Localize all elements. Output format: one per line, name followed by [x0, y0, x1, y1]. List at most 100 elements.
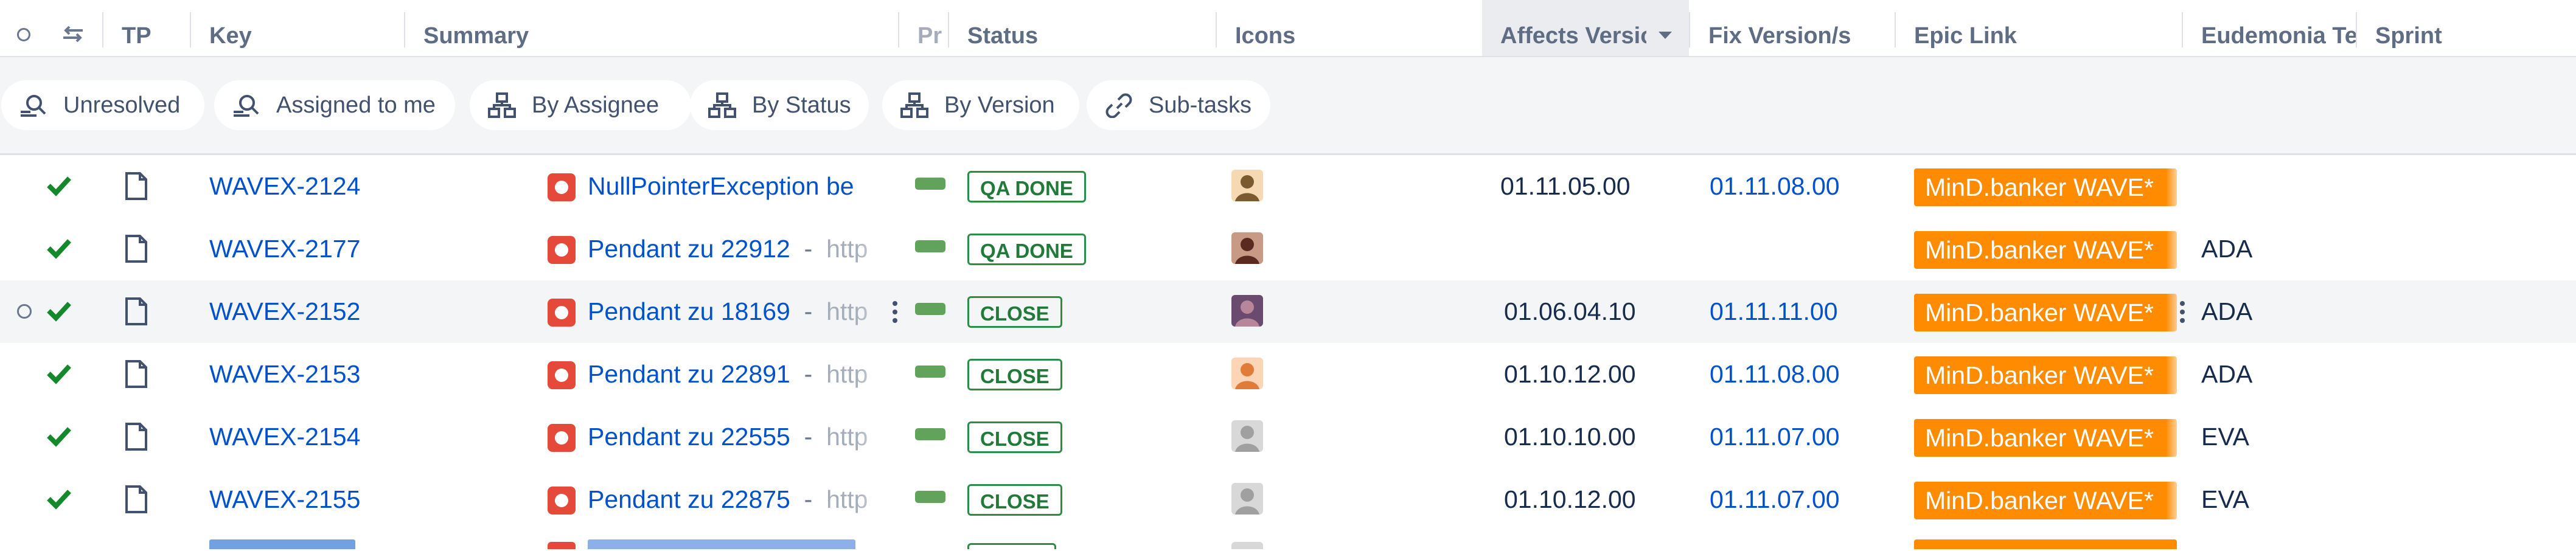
summary-fade — [857, 155, 893, 218]
resolved-check-icon — [47, 427, 71, 447]
epic-link-lozenge[interactable]: MinD.banker WAVE* — [1914, 482, 2177, 519]
issue-summary-text[interactable]: Pendant zu 22912 — [588, 235, 790, 263]
assignee-avatar[interactable] — [1231, 170, 1263, 201]
column-header-team[interactable]: Eudemonia Te — [2183, 0, 2356, 56]
table-row[interactable]: WAVEX-2177 Pendant zu 22912 - http QA DONE… — [0, 218, 2576, 282]
column-header-sprint[interactable]: Sprint — [2357, 0, 2576, 56]
assignee-avatar[interactable] — [1231, 483, 1263, 515]
column-header-fix-version[interactable]: Fix Version/s — [1690, 0, 1895, 56]
epic-fade — [2166, 231, 2184, 269]
assignee-avatar[interactable] — [1231, 295, 1263, 327]
issue-key-link[interactable]: WAVEX-2154 — [209, 406, 360, 468]
column-header-icons[interactable]: Icons — [1217, 0, 1481, 56]
summary-fade — [857, 218, 893, 280]
search-filter-icon — [21, 95, 46, 117]
document-icon — [125, 172, 147, 200]
select-all-radio[interactable] — [17, 28, 30, 41]
resolved-check-icon — [47, 302, 71, 322]
hierarchy-icon — [708, 92, 736, 118]
issue-summary[interactable]: Pendant zu 22912 - http — [588, 218, 892, 280]
epic-link-lozenge[interactable]: MinD.banker WAVE* — [1914, 356, 2177, 394]
bug-issue-type-icon — [548, 361, 576, 389]
more-actions-icon[interactable] — [2179, 297, 2185, 327]
fix-version-link[interactable]: 01.11.08.00 — [1710, 343, 1840, 406]
assignee-avatar[interactable] — [1231, 358, 1263, 389]
column-header-summary[interactable]: Summary — [405, 0, 898, 56]
column-header-key[interactable]: Key — [191, 0, 404, 56]
column-header-affects-version[interactable]: Affects Versio — [1482, 0, 1689, 56]
filter-by-status[interactable]: By Status — [690, 80, 869, 130]
status-lozenge: QA DONE — [967, 171, 1086, 203]
epic-link-lozenge[interactable]: MinD.banker WAVE* — [1914, 419, 2177, 457]
hierarchy-icon — [900, 92, 928, 118]
filter-by-assignee[interactable]: By Assignee — [470, 80, 691, 130]
more-actions-icon[interactable] — [892, 297, 898, 327]
epic-link-lozenge[interactable]: MinD.banker WAVE* — [1914, 231, 2177, 269]
summary-separator: - — [790, 297, 827, 325]
issue-summary-text[interactable]: Pendant zu 22875 — [588, 485, 790, 513]
filter-label: Sub-tasks — [1149, 92, 1251, 118]
bug-issue-type-icon — [548, 236, 576, 264]
column-header-affects-version-label: Affects Versio — [1500, 23, 1646, 49]
issue-key-link[interactable]: WAVEX-2177 — [209, 218, 360, 280]
priority-medium-icon — [915, 178, 945, 190]
partial-status — [967, 543, 1056, 549]
column-header-priority[interactable]: Pr — [899, 0, 948, 56]
issue-summary[interactable]: Pendant zu 18169 - http — [588, 280, 892, 343]
fix-version-link[interactable]: 01.11.07.00 — [1710, 406, 1840, 468]
team-value: EVA — [2201, 423, 2249, 451]
assignee-avatar[interactable] — [1231, 420, 1263, 452]
assignee-avatar[interactable] — [1231, 232, 1263, 264]
issue-summary-text[interactable]: NullPointerException be — [588, 172, 854, 200]
affects-version: 01.06.04.10 — [1504, 297, 1636, 325]
filter-label: Assigned to me — [276, 92, 436, 118]
issue-key-link[interactable]: WAVEX-2152 — [209, 280, 360, 343]
epic-link-lozenge[interactable]: MinD.banker WAVE* — [1914, 294, 2177, 331]
status-lozenge: QA DONE — [967, 234, 1086, 265]
row-select-radio[interactable] — [17, 304, 32, 319]
issue-key-link[interactable]: WAVEX-2124 — [209, 155, 360, 218]
filter-assigned-to-me[interactable]: Assigned to me — [214, 80, 455, 130]
team-value: ADA — [2201, 235, 2253, 263]
issue-key-link[interactable]: WAVEX-2153 — [209, 343, 360, 406]
priority-medium-icon — [915, 240, 945, 252]
table-row[interactable]: WAVEX-2155 Pendant zu 22875 - http CLOSE 01… — [0, 468, 2576, 532]
column-header-status[interactable]: Status — [949, 0, 1216, 56]
issue-summary-text[interactable]: Pendant zu 22891 — [588, 360, 790, 388]
fix-version-link[interactable]: 01.11.11.00 — [1710, 280, 1838, 343]
issue-summary[interactable]: NullPointerException be — [588, 155, 892, 218]
table-row[interactable]: WAVEX-2152 Pendant zu 18169 - http CLOSE 01… — [0, 280, 2576, 344]
summary-separator: - — [790, 423, 827, 451]
resolved-check-icon — [47, 176, 71, 196]
column-header-epic-link[interactable]: Epic Link — [1896, 0, 2182, 56]
swap-columns-icon[interactable] — [60, 24, 86, 45]
table-row[interactable]: WAVEX-2154 Pendant zu 22555 - http CLOSE 01… — [0, 406, 2576, 470]
filter-unresolved[interactable]: Unresolved — [1, 80, 204, 130]
epic-fade — [2166, 356, 2184, 394]
filter-label: By Version — [944, 92, 1055, 118]
filter-by-version[interactable]: By Version — [882, 80, 1079, 130]
table-row[interactable]: WAVEX-2153 Pendant zu 22891 - http CLOSE 01… — [0, 343, 2576, 407]
resolved-check-icon — [47, 490, 71, 510]
epic-fade — [2166, 482, 2184, 519]
document-icon — [125, 360, 147, 388]
partial-avatar — [1231, 542, 1263, 549]
issue-summary-text[interactable]: Pendant zu 22555 — [588, 423, 790, 451]
status-lozenge: CLOSE — [967, 421, 1062, 453]
sort-descending-icon[interactable] — [1657, 30, 1673, 40]
issue-summary[interactable]: Pendant zu 22875 - http — [588, 468, 892, 531]
epic-fade — [2166, 419, 2184, 457]
fix-version-link[interactable]: 01.11.07.00 — [1710, 468, 1840, 531]
column-header-tp[interactable]: TP — [103, 0, 190, 56]
issue-summary-text[interactable]: Pendant zu 18169 — [588, 297, 790, 325]
issue-summary[interactable]: Pendant zu 22891 - http — [588, 343, 892, 406]
filter-sub-tasks[interactable]: Sub-tasks — [1087, 80, 1270, 130]
status-lozenge: CLOSE — [967, 359, 1062, 390]
issue-summary[interactable]: Pendant zu 22555 - http — [588, 406, 892, 468]
issue-key-link[interactable]: WAVEX-2155 — [209, 468, 360, 531]
table-row[interactable]: WAVEX-2124 NullPointerException be QA DONE… — [0, 155, 2576, 219]
fix-version-link[interactable]: 01.11.08.00 — [1710, 155, 1840, 218]
epic-link-lozenge[interactable]: MinD.banker WAVE* — [1914, 168, 2177, 206]
team-value: ADA — [2201, 360, 2253, 388]
filter-label: By Assignee — [532, 92, 660, 118]
